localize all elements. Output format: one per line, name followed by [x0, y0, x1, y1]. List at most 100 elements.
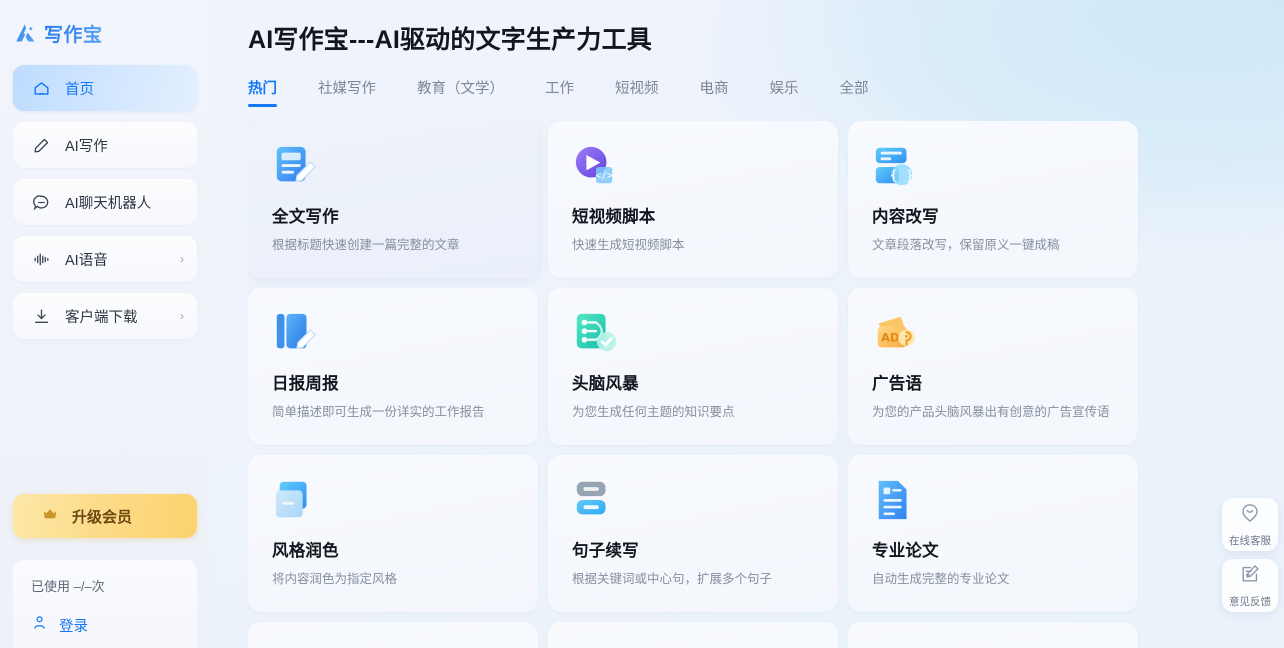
chevron-right-icon: ›: [180, 252, 184, 266]
tool-card-style-polish[interactable]: 风格润色 将内容润色为指定风格: [248, 455, 538, 612]
sidebar-item-label: AI写作: [65, 138, 108, 155]
tool-card-desc: 将内容润色为指定风格: [272, 572, 398, 586]
sentence-lines-icon: [576, 481, 606, 515]
login-label: 登录: [59, 618, 88, 635]
floating-action-buttons: 在线客服 意见反馈: [1222, 498, 1278, 612]
chat-bubble-icon: [31, 192, 51, 212]
sidebar-item-ai-voice[interactable]: AI语音 ›: [13, 236, 197, 282]
writing-treasure-logo-icon: [16, 24, 35, 42]
folder-style-icon: [275, 481, 307, 518]
document-pencil-icon: [276, 146, 316, 183]
login-button[interactable]: 登录: [13, 595, 197, 636]
pencil-icon: [31, 135, 51, 155]
tool-card-row4-1[interactable]: [248, 622, 538, 648]
usage-counter: 已使用 –/–次: [31, 579, 105, 594]
chevron-right-icon: ›: [180, 309, 184, 323]
tab-label: 短视频: [615, 81, 659, 97]
tool-card-title: 专业论文: [872, 542, 939, 560]
tab-all[interactable]: 全部: [840, 77, 869, 107]
download-icon: [31, 306, 51, 326]
tool-card-title: 句子续写: [572, 542, 639, 560]
tab-short-video[interactable]: 短视频: [615, 77, 659, 107]
sidebar-item-home[interactable]: 首页: [13, 65, 197, 111]
tab-label: 教育（文学）: [417, 81, 504, 97]
tab-ecommerce[interactable]: 电商: [700, 77, 729, 107]
report-book-icon: [276, 313, 316, 350]
tool-card-desc: 根据标题快速创建一篇完整的文章: [272, 238, 460, 252]
upgrade-membership-label: 升级会员: [72, 508, 133, 526]
tool-card-title: 全文写作: [272, 208, 339, 226]
tool-card-brainstorm[interactable]: 头脑风暴 为您生成任何主题的知识要点: [548, 288, 838, 445]
tool-card-title: 日报周报: [272, 375, 339, 393]
tool-card-content-rewrite[interactable]: { } 内容改写 文章段落改写，保留原义一键成稿: [848, 121, 1138, 278]
sidebar-item-label: AI语音: [65, 252, 108, 269]
brand-logo[interactable]: 写作宝: [0, 0, 210, 50]
tool-card-title: 头脑风暴: [572, 375, 639, 393]
tab-label: 全部: [839, 81, 869, 97]
tool-card-desc: 为您的产品头脑风暴出有创意的广告宣传语: [872, 405, 1110, 419]
brand-name: 写作宝: [44, 20, 103, 47]
app-root: 写作宝 首页 AI写作 AI聊天机器人 AI语音 › 客户端下载 › 升级会员 …: [0, 0, 1284, 648]
tool-card-desc: 快速生成短视频脚本: [572, 238, 685, 252]
home-icon: [31, 78, 51, 98]
sidebar-item-ai-chatbot[interactable]: AI聊天机器人: [13, 179, 197, 225]
category-tabs: 热门 社媒写作 教育（文学） 工作 短视频 电商 娱乐 全部: [248, 73, 1284, 107]
tab-label: 电商: [699, 81, 729, 97]
tool-card-title: 风格润色: [272, 542, 339, 560]
user-icon: [31, 614, 48, 636]
mindmap-check-icon: [576, 313, 617, 352]
tab-label: 娱乐: [769, 81, 799, 97]
tool-card-desc: 简单描述即可生成一份详实的工作报告: [272, 405, 485, 419]
svg-text:{ }: { }: [890, 168, 914, 183]
tool-card-title: 短视频脚本: [572, 208, 656, 226]
waveform-icon: [31, 249, 51, 269]
feedback-label: 意见反馈: [1229, 595, 1271, 608]
ad-tag-icon: AD: [877, 316, 915, 348]
paper-doc-icon: [878, 480, 907, 520]
account-card: 已使用 –/–次 登录: [13, 560, 197, 648]
sidebar-item-label: AI聊天机器人: [65, 195, 152, 212]
tool-card-title: 广告语: [872, 375, 923, 393]
sidebar-item-client-download[interactable]: 客户端下载 ›: [13, 293, 197, 339]
tab-work[interactable]: 工作: [545, 77, 574, 107]
support-smile-icon: [1239, 502, 1261, 529]
upgrade-membership-button[interactable]: 升级会员: [13, 494, 197, 538]
tool-grid-scroll[interactable]: 全文写作 根据标题快速创建一篇完整的文章 </> 短视频脚本 快速生成短视频脚本: [248, 121, 1284, 648]
tool-card-title: 内容改写: [872, 208, 939, 226]
main-content: AI写作宝---AI驱动的文字生产力工具 热门 社媒写作 教育（文学） 工作 短…: [210, 0, 1284, 648]
online-support-label: 在线客服: [1229, 534, 1271, 547]
tab-hot[interactable]: 热门: [248, 77, 277, 107]
tool-card-professional-paper[interactable]: 专业论文 自动生成完整的专业论文: [848, 455, 1138, 612]
play-code-icon: </>: [575, 146, 613, 184]
feedback-edit-icon: [1239, 563, 1261, 590]
tab-label: 工作: [545, 81, 574, 97]
tool-card-row4-2[interactable]: [548, 622, 838, 648]
sidebar-item-ai-writing[interactable]: AI写作: [13, 122, 197, 168]
tab-education[interactable]: 教育（文学）: [417, 77, 504, 107]
tool-card-desc: 文章段落改写，保留原义一键成稿: [872, 238, 1060, 252]
tool-card-desc: 自动生成完整的专业论文: [872, 572, 1010, 586]
tab-entertainment[interactable]: 娱乐: [770, 77, 799, 107]
rewrite-braces-icon: { }: [875, 147, 914, 186]
online-support-button[interactable]: 在线客服: [1222, 498, 1278, 551]
crown-icon: [41, 505, 59, 528]
tab-label: 社媒写作: [318, 81, 376, 97]
tool-card-full-article[interactable]: 全文写作 根据标题快速创建一篇完整的文章: [248, 121, 538, 278]
tool-card-desc: 为您生成任何主题的知识要点: [572, 405, 735, 419]
sidebar: 写作宝 首页 AI写作 AI聊天机器人 AI语音 › 客户端下载 › 升级会员 …: [0, 0, 210, 648]
tool-card-row4-3[interactable]: [848, 622, 1138, 648]
tool-card-sentence-continuation[interactable]: 句子续写 根据关键词或中心句，扩展多个句子: [548, 455, 838, 612]
tool-card-daily-weekly-report[interactable]: 日报周报 简单描述即可生成一份详实的工作报告: [248, 288, 538, 445]
tab-label: 热门: [248, 81, 277, 97]
sidebar-item-label: 客户端下载: [65, 309, 138, 326]
tool-card-short-video-script[interactable]: </> 短视频脚本 快速生成短视频脚本: [548, 121, 838, 278]
tool-card-ad-slogan[interactable]: AD 广告语 为您的产品头脑风暴出有创意的广告宣传语: [848, 288, 1138, 445]
feedback-button[interactable]: 意见反馈: [1222, 559, 1278, 612]
page-title: AI写作宝---AI驱动的文字生产力工具: [248, 26, 652, 54]
svg-text:</>: </>: [595, 170, 613, 181]
sidebar-nav: 首页 AI写作 AI聊天机器人 AI语音 › 客户端下载 ›: [0, 65, 210, 339]
sidebar-item-label: 首页: [65, 81, 94, 98]
tool-card-desc: 根据关键词或中心句，扩展多个句子: [572, 572, 773, 586]
tab-social-media[interactable]: 社媒写作: [318, 77, 376, 107]
